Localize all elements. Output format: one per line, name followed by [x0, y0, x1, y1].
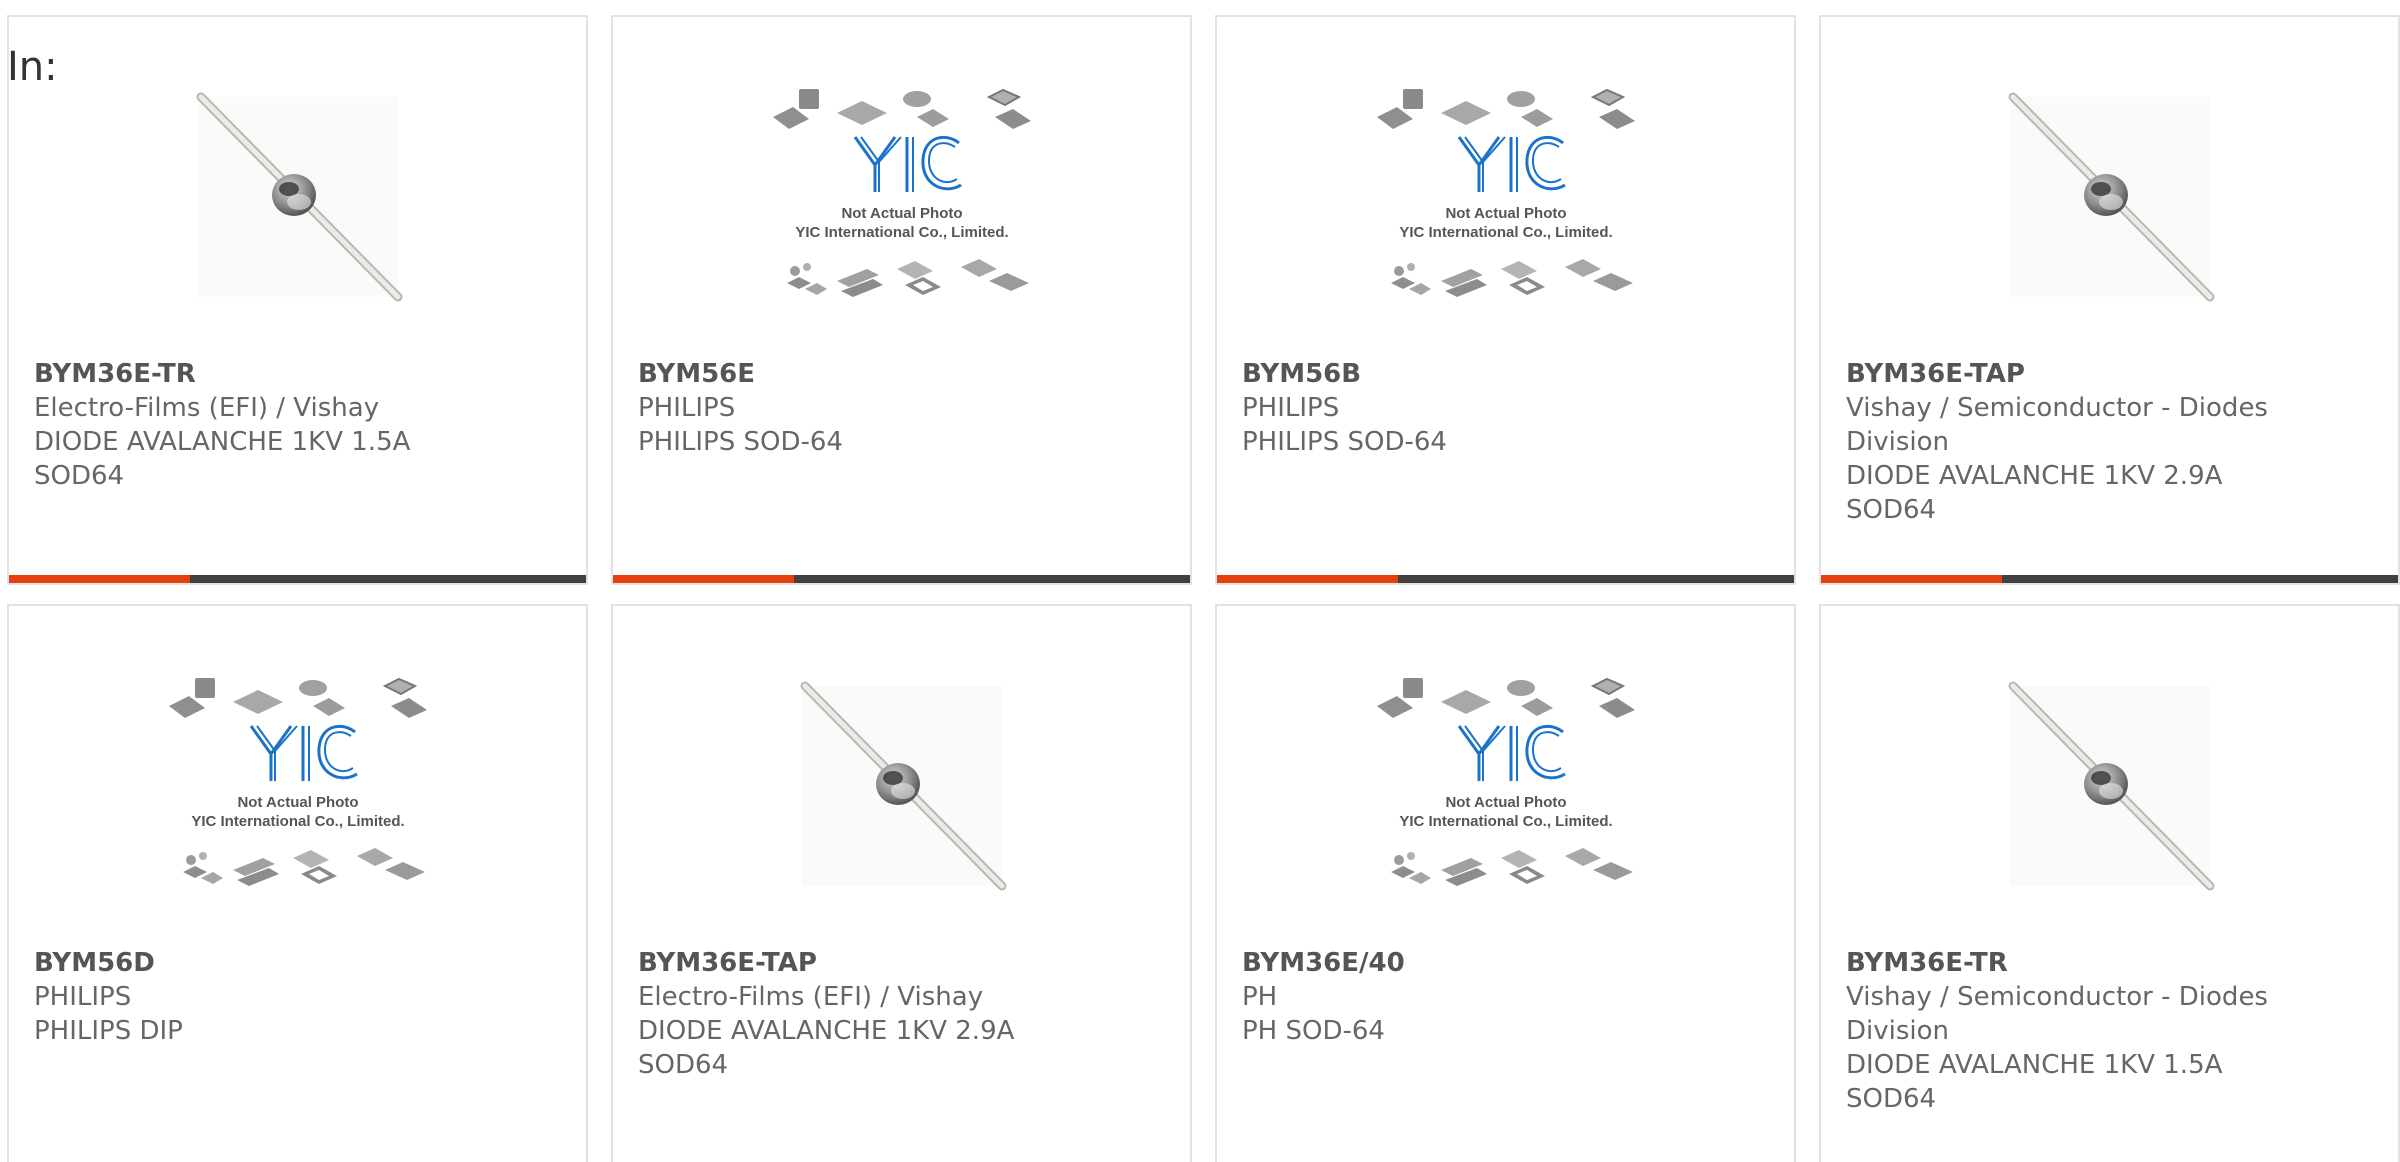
placeholder-caption-2: YIC International Co., Limited. — [795, 224, 1008, 241]
description-text: SOD64 — [34, 461, 125, 491]
placeholder-caption-1: Not Actual Photo — [841, 205, 962, 222]
placeholder-caption-2: YIC International Co., Limited. — [1399, 813, 1612, 830]
part-number-link[interactable]: BYM56D — [34, 946, 561, 980]
yic-placeholder-image: Not Actual Photo YIC International Co., … — [767, 77, 1037, 317]
description-text: DIODE AVALANCHE 1KV 1.5A — [34, 427, 411, 457]
card-bottom-bar — [9, 575, 586, 583]
product-info: BYM36E-TAP Vishay / Semiconductor - Diode… — [1846, 357, 2373, 527]
part-number-link[interactable]: BYM36E-TR — [1846, 946, 2373, 980]
card-accent-bar — [9, 575, 190, 583]
product-card[interactable]: BYM36E-TR Electro-Films (EFI) / Vishay DIO… — [7, 15, 588, 585]
yic-placeholder-image: Not Actual Photo YIC International Co., … — [163, 666, 433, 906]
card-accent-bar — [1821, 575, 2002, 583]
section-label: In: — [7, 44, 58, 90]
manufacturer-text: Electro-Films (EFI) / Vishay — [638, 982, 984, 1012]
product-info: BYM36E/40 PH PH SOD-64 — [1242, 946, 1769, 1048]
part-number-link[interactable]: BYM56B — [1242, 357, 1769, 391]
product-thumbnail[interactable]: Not Actual Photo YIC International Co., … — [1217, 59, 1794, 334]
description-text: DIODE AVALANCHE 1KV 2.9A — [1846, 461, 2223, 491]
placeholder-caption-2: YIC International Co., Limited. — [1399, 224, 1612, 241]
description-text: PH SOD-64 — [1242, 1016, 1385, 1046]
product-thumbnail[interactable]: Not Actual Photo YIC International Co., … — [613, 59, 1190, 334]
manufacturer-text: Electro-Films (EFI) / Vishay — [34, 393, 380, 423]
description-text: Division — [1846, 427, 1950, 457]
card-accent-bar — [1217, 575, 1398, 583]
part-number-link[interactable]: BYM36E-TAP — [638, 946, 1165, 980]
manufacturer-text: Vishay / Semiconductor - Diodes — [1846, 393, 2268, 423]
product-card[interactable]: BYM36E-TAP Electro-Films (EFI) / Vishay DI… — [611, 604, 1192, 1162]
product-card[interactable]: Not Actual Photo YIC International Co., … — [611, 15, 1192, 585]
description-text: PHILIPS DIP — [34, 1016, 183, 1046]
yic-placeholder-image: Not Actual Photo YIC International Co., … — [1371, 666, 1641, 906]
product-info: BYM36E-TR Vishay / Semiconductor - Diodes… — [1846, 946, 2373, 1116]
manufacturer-text: PHILIPS — [34, 982, 132, 1012]
diode-image — [800, 681, 1006, 890]
product-card[interactable]: Not Actual Photo YIC International Co., … — [7, 604, 588, 1162]
product-thumbnail[interactable] — [1821, 59, 2398, 334]
description-text: PHILIPS SOD-64 — [1242, 427, 1447, 457]
product-info: BYM56E PHILIPS PHILIPS SOD-64 — [638, 357, 1165, 459]
part-number-link[interactable]: BYM36E/40 — [1242, 946, 1769, 980]
placeholder-caption-2: YIC International Co., Limited. — [191, 813, 404, 830]
yic-placeholder-image: Not Actual Photo YIC International Co., … — [1371, 77, 1641, 317]
description-text: SOD64 — [638, 1050, 729, 1080]
placeholder-caption-1: Not Actual Photo — [1445, 794, 1566, 811]
card-bottom-bar — [613, 575, 1190, 583]
product-card[interactable]: BYM36E-TR Vishay / Semiconductor - Diodes… — [1819, 604, 2400, 1162]
placeholder-caption-1: Not Actual Photo — [1445, 205, 1566, 222]
part-number-link[interactable]: BYM36E-TAP — [1846, 357, 2373, 391]
product-card[interactable]: Not Actual Photo YIC International Co., … — [1215, 604, 1796, 1162]
product-thumbnail[interactable]: Not Actual Photo YIC International Co., … — [1217, 648, 1794, 923]
manufacturer-text: PHILIPS — [1242, 393, 1340, 423]
product-info: BYM36E-TAP Electro-Films (EFI) / Vishay DI… — [638, 946, 1165, 1082]
description-text: DIODE AVALANCHE 1KV 2.9A — [638, 1016, 1015, 1046]
product-grid-page: In: BYM36E-TR Electro-Films (EFI) / Vish… — [0, 0, 2400, 1162]
placeholder-caption-1: Not Actual Photo — [237, 794, 358, 811]
part-number-link[interactable]: BYM36E-TR — [34, 357, 561, 391]
product-info: BYM56D PHILIPS PHILIPS DIP — [34, 946, 561, 1048]
diode-image — [196, 92, 402, 301]
description-text: SOD64 — [1846, 1084, 1937, 1114]
card-bottom-bar — [1821, 575, 2398, 583]
manufacturer-text: Vishay / Semiconductor - Diodes — [1846, 982, 2268, 1012]
description-text: DIODE AVALANCHE 1KV 1.5A — [1846, 1050, 2223, 1080]
product-card[interactable]: Not Actual Photo YIC International Co., … — [1215, 15, 1796, 585]
product-thumbnail[interactable] — [1821, 648, 2398, 923]
product-thumbnail[interactable] — [9, 59, 586, 334]
card-bottom-bar — [1217, 575, 1794, 583]
product-info: BYM36E-TR Electro-Films (EFI) / Vishay DIO… — [34, 357, 561, 493]
diode-image — [2008, 92, 2214, 301]
product-thumbnail[interactable]: Not Actual Photo YIC International Co., … — [9, 648, 586, 923]
manufacturer-text: PHILIPS — [638, 393, 736, 423]
product-card[interactable]: BYM36E-TAP Vishay / Semiconductor - Diode… — [1819, 15, 2400, 585]
card-accent-bar — [613, 575, 794, 583]
description-text: Division — [1846, 1016, 1950, 1046]
description-text: PHILIPS SOD-64 — [638, 427, 843, 457]
diode-image — [2008, 681, 2214, 890]
part-number-link[interactable]: BYM56E — [638, 357, 1165, 391]
description-text: SOD64 — [1846, 495, 1937, 525]
product-thumbnail[interactable] — [613, 648, 1190, 923]
product-info: BYM56B PHILIPS PHILIPS SOD-64 — [1242, 357, 1769, 459]
manufacturer-text: PH — [1242, 982, 1278, 1012]
